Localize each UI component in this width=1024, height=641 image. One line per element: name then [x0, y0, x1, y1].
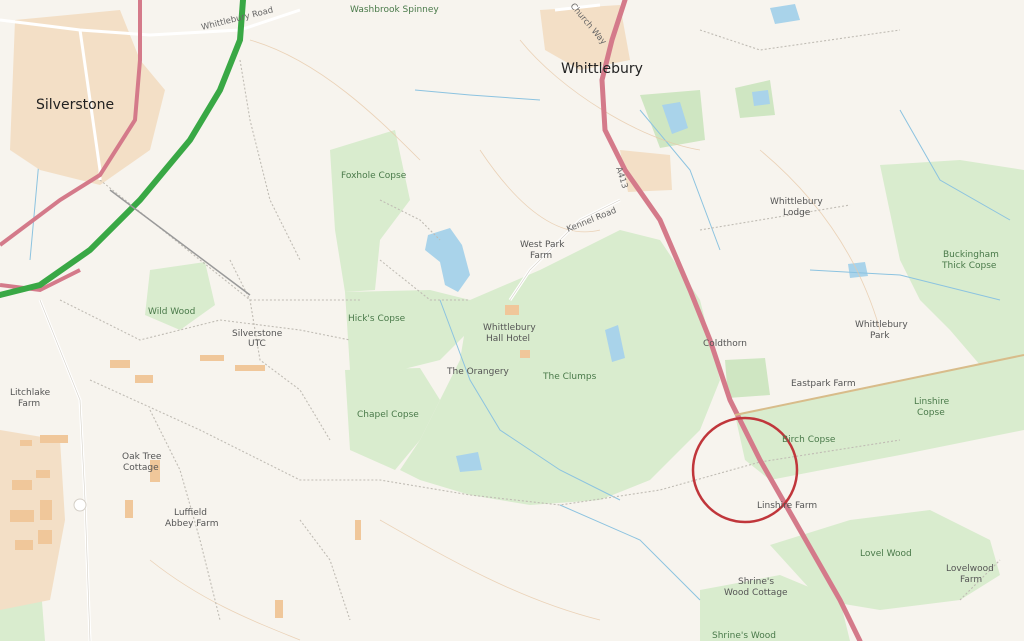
label-utc-line1: Silverstone — [232, 329, 283, 339]
label-shrines-cottage-line1: Shrine's — [738, 577, 774, 587]
label-hall-hotel-line2: Hall Hotel — [486, 334, 530, 344]
label-the-clumps: The Clumps — [542, 372, 597, 382]
label-west-park-farm-line1: West Park — [520, 240, 565, 250]
label-buckingham-line1: Buckingham — [943, 250, 999, 260]
label-lovel-wood: Lovel Wood — [860, 549, 912, 559]
label-shrines-wood: Shrine's Wood — [712, 631, 776, 641]
label-buckingham-line2: Thick Copse — [941, 261, 997, 271]
label-the-orangery: The Orangery — [446, 367, 510, 377]
label-foxhole-copse: Foxhole Copse — [341, 171, 407, 181]
label-linshire-copse-line2: Copse — [917, 408, 945, 418]
pond-4 — [848, 262, 868, 278]
label-linshire-copse-line1: Linshire — [914, 397, 950, 407]
label-buckingham-thick-copse: Buckingham Thick Copse — [941, 250, 1002, 271]
label-oak-tree-line1: Oak Tree — [122, 452, 162, 462]
label-coldthorn: Coldthorn — [703, 339, 747, 349]
label-utc-line2: UTC — [248, 339, 266, 349]
map-canvas[interactable]: Silverstone Whittlebury Whittlebury Road… — [0, 0, 1024, 641]
place-label-silverstone: Silverstone — [36, 97, 114, 113]
label-eastpark-farm: Eastpark Farm — [791, 379, 856, 389]
label-litchlake-line2: Farm — [18, 399, 40, 409]
label-wpark-line2: Park — [870, 331, 890, 341]
label-whittlebury-lodge-line2: Lodge — [783, 208, 811, 218]
label-oak-tree-cottage: Oak Tree Cottage — [122, 452, 164, 473]
label-litchlake-line1: Litchlake — [10, 388, 51, 398]
label-shrines-cottage-line2: Wood Cottage — [724, 588, 788, 598]
label-lovelwood-line1: Lovelwood — [946, 564, 994, 574]
label-washbrook-spinney: Washbrook Spinney — [350, 5, 439, 15]
label-linshire-farm: Linshire Farm — [757, 501, 817, 511]
label-hicks-copse: Hick's Copse — [348, 314, 406, 324]
label-lovelwood-line2: Farm — [960, 575, 982, 585]
label-wpark-line1: Whittlebury — [855, 320, 908, 330]
label-chapel-copse: Chapel Copse — [357, 410, 419, 420]
place-label-whittlebury: Whittlebury — [561, 61, 643, 77]
label-birch-copse: Birch Copse — [782, 435, 836, 445]
label-whittlebury-lodge-line1: Whittlebury — [770, 197, 823, 207]
label-wild-wood: Wild Wood — [148, 307, 195, 317]
label-luffield-line2: Abbey Farm — [165, 519, 218, 529]
label-hall-hotel-line1: Whittlebury — [483, 323, 536, 333]
label-oak-tree-line2: Cottage — [123, 463, 159, 473]
roundabout — [73, 498, 87, 512]
label-luffield-line1: Luffield — [174, 508, 207, 518]
label-west-park-farm-line2: Farm — [530, 251, 552, 261]
park-patch-3 — [725, 358, 770, 398]
pond-6 — [752, 90, 770, 106]
